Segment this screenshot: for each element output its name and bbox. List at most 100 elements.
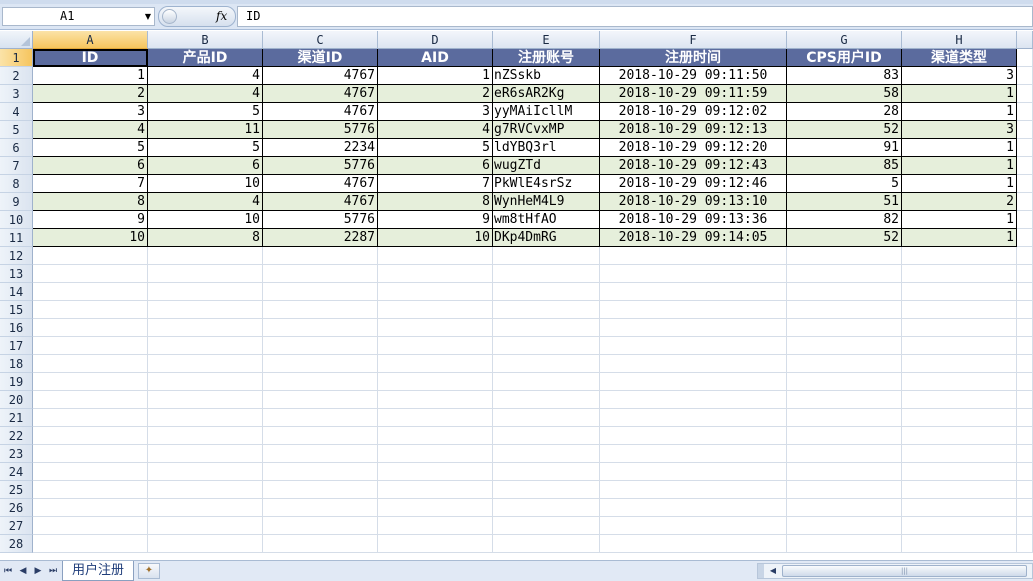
empty-cell[interactable] [787, 373, 902, 391]
empty-cell[interactable] [263, 499, 378, 517]
empty-cell[interactable] [1017, 463, 1033, 481]
empty-cell[interactable] [148, 463, 263, 481]
row-header[interactable]: 23 [0, 445, 33, 463]
row-header[interactable]: 5 [0, 121, 33, 139]
empty-cell[interactable] [1017, 319, 1033, 337]
table-cell[interactable]: 85 [787, 157, 902, 175]
table-cell[interactable]: 2018-10-29 09:13:36 [600, 211, 787, 229]
empty-cell[interactable] [33, 247, 148, 265]
empty-cell[interactable] [1017, 103, 1033, 121]
column-header-h[interactable]: H [902, 31, 1017, 49]
row-header[interactable]: 18 [0, 355, 33, 373]
prev-sheet-icon[interactable]: ◀ [17, 566, 29, 576]
scroll-thumb[interactable]: ||| [782, 565, 1027, 577]
table-cell[interactable]: 1 [902, 103, 1017, 121]
empty-cell[interactable] [378, 391, 493, 409]
empty-cell[interactable] [148, 319, 263, 337]
table-cell[interactable]: 2018-10-29 09:12:43 [600, 157, 787, 175]
row-header[interactable]: 16 [0, 319, 33, 337]
empty-cell[interactable] [148, 391, 263, 409]
table-cell[interactable]: 4 [33, 121, 148, 139]
empty-cell[interactable] [1017, 409, 1033, 427]
empty-cell[interactable] [33, 409, 148, 427]
empty-cell[interactable] [493, 319, 600, 337]
column-header-c[interactable]: C [263, 31, 378, 49]
insert-function-icon[interactable]: fx [216, 9, 227, 23]
table-cell[interactable]: nZSskb [493, 67, 600, 85]
header-cell[interactable]: 注册时间 [600, 49, 787, 67]
empty-cell[interactable] [902, 481, 1017, 499]
table-cell[interactable]: 5 [33, 139, 148, 157]
empty-cell[interactable] [600, 427, 787, 445]
empty-cell[interactable] [1017, 499, 1033, 517]
name-box[interactable]: A1 [2, 7, 155, 26]
table-cell[interactable]: 5776 [263, 211, 378, 229]
row-header[interactable]: 26 [0, 499, 33, 517]
empty-cell[interactable] [1017, 211, 1033, 229]
empty-cell[interactable] [902, 355, 1017, 373]
empty-cell[interactable] [493, 481, 600, 499]
table-cell[interactable]: 4767 [263, 193, 378, 211]
table-cell[interactable]: 1 [902, 85, 1017, 103]
last-sheet-icon[interactable]: ⏭ [47, 566, 59, 576]
empty-cell[interactable] [787, 283, 902, 301]
empty-cell[interactable] [493, 247, 600, 265]
empty-cell[interactable] [787, 463, 902, 481]
table-cell[interactable]: 10 [378, 229, 493, 247]
table-cell[interactable]: 4 [148, 85, 263, 103]
select-all-corner[interactable] [0, 31, 33, 49]
empty-cell[interactable] [902, 427, 1017, 445]
row-header[interactable]: 21 [0, 409, 33, 427]
empty-cell[interactable] [787, 427, 902, 445]
table-cell[interactable]: 10 [148, 211, 263, 229]
empty-cell[interactable] [902, 445, 1017, 463]
empty-cell[interactable] [148, 481, 263, 499]
table-cell[interactable]: wugZTd [493, 157, 600, 175]
row-header[interactable]: 14 [0, 283, 33, 301]
table-cell[interactable]: 2 [378, 85, 493, 103]
split-handle[interactable] [758, 564, 764, 578]
empty-cell[interactable] [148, 445, 263, 463]
column-header-b[interactable]: B [148, 31, 263, 49]
empty-cell[interactable] [787, 301, 902, 319]
empty-cell[interactable] [902, 499, 1017, 517]
empty-cell[interactable] [33, 319, 148, 337]
empty-cell[interactable] [493, 409, 600, 427]
table-cell[interactable]: 3 [902, 67, 1017, 85]
empty-cell[interactable] [902, 373, 1017, 391]
empty-cell[interactable] [1017, 229, 1033, 247]
table-cell[interactable]: 3 [33, 103, 148, 121]
empty-cell[interactable] [1017, 535, 1033, 553]
empty-cell[interactable] [493, 517, 600, 535]
table-cell[interactable]: 83 [787, 67, 902, 85]
empty-cell[interactable] [263, 265, 378, 283]
table-cell[interactable]: g7RVCvxMP [493, 121, 600, 139]
row-header[interactable]: 12 [0, 247, 33, 265]
row-header[interactable]: 6 [0, 139, 33, 157]
scroll-left-icon[interactable]: ◀ [766, 565, 780, 577]
empty-cell[interactable] [378, 265, 493, 283]
empty-cell[interactable] [378, 373, 493, 391]
empty-cell[interactable] [493, 535, 600, 553]
empty-cell[interactable] [493, 373, 600, 391]
sheet-tab[interactable]: 用户注册 [62, 561, 134, 581]
empty-cell[interactable] [1017, 247, 1033, 265]
table-cell[interactable]: 2 [902, 193, 1017, 211]
horizontal-scrollbar[interactable]: ◀ ||| [757, 563, 1033, 579]
empty-cell[interactable] [378, 409, 493, 427]
empty-cell[interactable] [902, 265, 1017, 283]
row-header[interactable]: 13 [0, 265, 33, 283]
table-cell[interactable]: ldYBQ3rl [493, 139, 600, 157]
empty-cell[interactable] [787, 481, 902, 499]
empty-cell[interactable] [493, 337, 600, 355]
table-cell[interactable]: 8 [378, 193, 493, 211]
column-header-e[interactable]: E [493, 31, 600, 49]
table-cell[interactable]: 2287 [263, 229, 378, 247]
empty-cell[interactable] [1017, 139, 1033, 157]
empty-cell[interactable] [263, 337, 378, 355]
table-cell[interactable]: 1 [378, 67, 493, 85]
empty-cell[interactable] [378, 535, 493, 553]
insert-sheet-icon[interactable]: ✦ [138, 563, 160, 579]
empty-cell[interactable] [1017, 391, 1033, 409]
empty-cell[interactable] [787, 391, 902, 409]
